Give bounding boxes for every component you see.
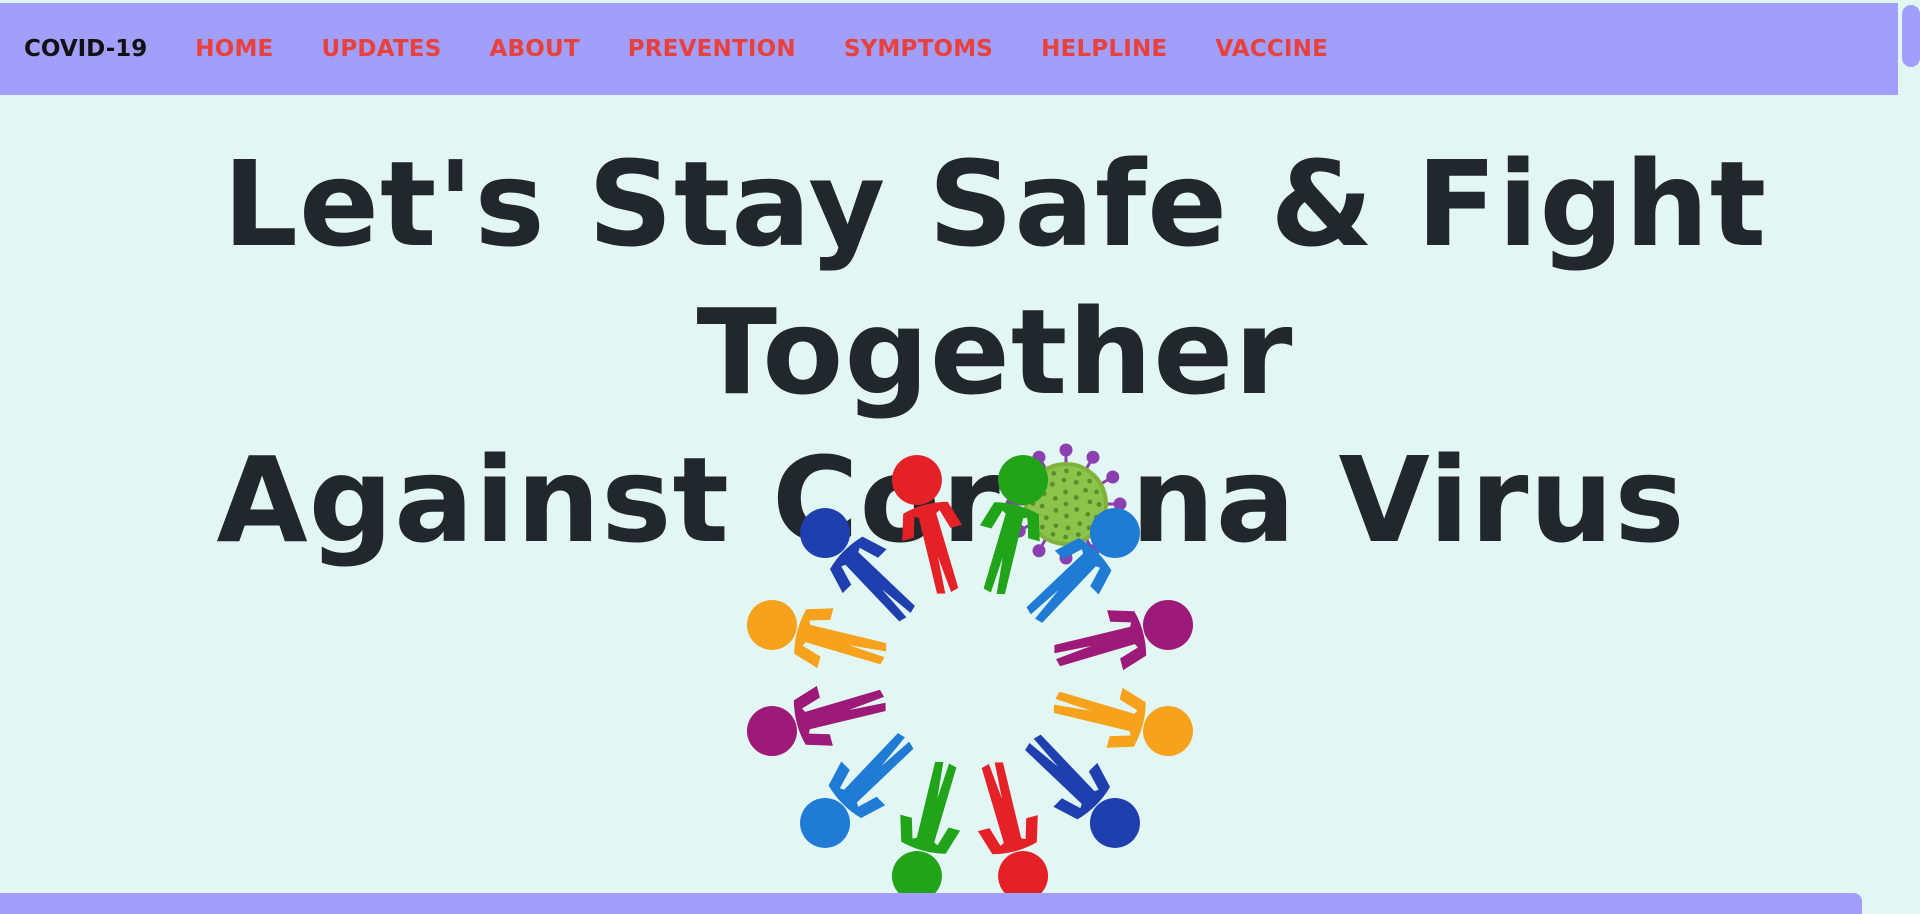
footer-bar	[0, 893, 1862, 914]
person-figure	[746, 685, 886, 757]
nav-link-updates[interactable]: UPDATES	[321, 36, 441, 62]
nav-link-symptoms[interactable]: SYMPTOMS	[844, 36, 993, 62]
nav-link-about[interactable]: ABOUT	[489, 36, 579, 62]
person-figure	[1054, 599, 1194, 671]
hero-heading-line2-end: na Virus	[1130, 431, 1686, 569]
person-figure	[1053, 687, 1194, 757]
person-figure	[977, 762, 1049, 902]
nav-link-home[interactable]: HOME	[195, 36, 273, 62]
hero-heading-line1: Let's Stay Safe & Fight Together	[222, 135, 1768, 421]
page: COVID-19 HOME UPDATES ABOUT PREVENTION S…	[0, 0, 1920, 914]
navbar: COVID-19 HOME UPDATES ABOUT PREVENTION S…	[0, 3, 1898, 95]
person-figure	[891, 454, 963, 594]
nav-links: HOME UPDATES ABOUT PREVENTION SYMPTOMS H…	[167, 36, 1348, 62]
scrollbar-thumb[interactable]	[1902, 5, 1920, 67]
people-circle-unity-icon	[740, 448, 1200, 908]
person-figure	[979, 454, 1049, 595]
person-figure	[891, 761, 961, 902]
nav-link-vaccine[interactable]: VACCINE	[1215, 36, 1328, 62]
nav-link-prevention[interactable]: PREVENTION	[628, 36, 796, 62]
person-figure	[746, 599, 887, 669]
brand-link[interactable]: COVID-19	[24, 36, 147, 62]
nav-link-helpline[interactable]: HELPLINE	[1041, 36, 1167, 62]
